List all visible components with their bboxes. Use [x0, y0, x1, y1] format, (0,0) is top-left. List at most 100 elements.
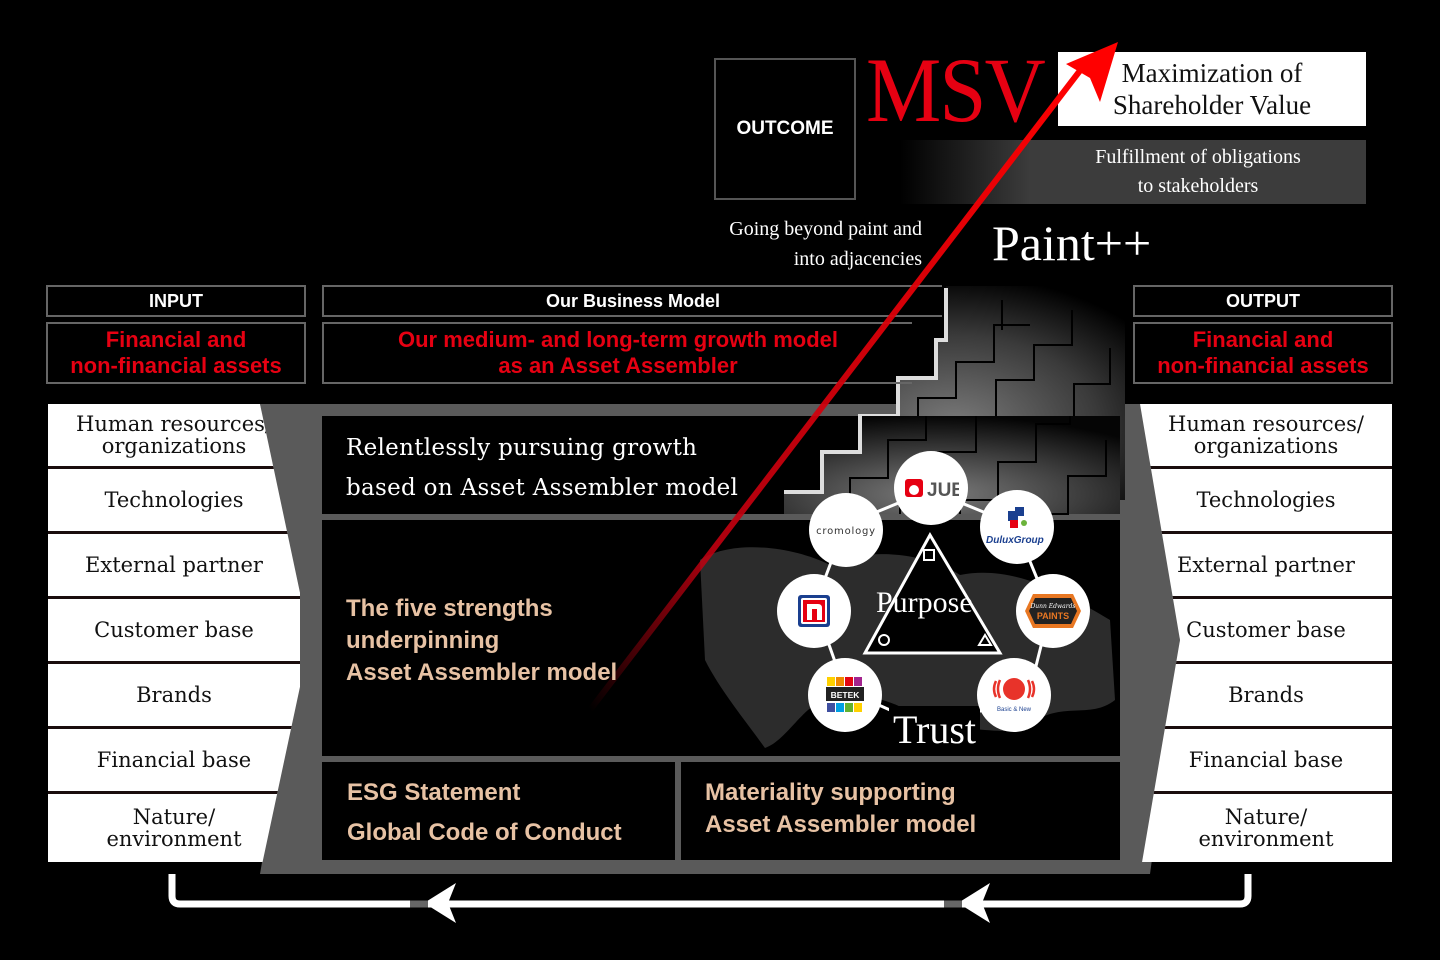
business-model-subheader-line-2: as an Asset Assembler	[498, 353, 738, 378]
strengths-line-3: Asset Assembler model	[346, 659, 618, 686]
svg-text:Basic & New: Basic & New	[997, 707, 1032, 713]
output-header: OUTPUT	[1133, 285, 1393, 317]
basic-new-logo: Basic & New	[977, 658, 1051, 732]
business-model-subheader-line-1: Our medium- and long-term growth model	[398, 327, 838, 352]
output-asset-label-line: Human resources/	[1168, 412, 1364, 436]
feedback-loop-arrow	[168, 874, 1252, 923]
outcome-label: OUTCOME	[736, 118, 834, 139]
output-asset-label-line: External partner	[1177, 553, 1355, 577]
input-asset-label-line: environment	[106, 827, 242, 851]
msv-title: MSV	[866, 39, 1046, 141]
input-asset-item: External partner	[48, 534, 300, 599]
output-asset-label-line: Financial base	[1188, 748, 1344, 772]
input-header-label: INPUT	[149, 290, 203, 311]
input-asset-label-line: External partner	[85, 553, 263, 577]
trust-label: Trust	[889, 706, 981, 754]
materiality-line-2: Asset Assembler model	[705, 811, 977, 838]
svg-text:BETEK: BETEK	[831, 690, 861, 700]
input-asset-label: Customer base	[94, 619, 254, 641]
input-asset-item: Customer base	[48, 599, 300, 664]
output-asset-item: Brands	[1140, 664, 1392, 729]
input-asset-label-line: Brands	[136, 683, 212, 707]
svg-text:Dunn Edwards: Dunn Edwards	[1029, 603, 1075, 610]
msv-definition-box: Maximization of Shareholder Value	[1058, 52, 1366, 126]
output-header-label: OUTPUT	[1226, 290, 1300, 311]
output-asset-label-line: Nature/	[1224, 805, 1308, 829]
business-model-header: Our Business Model	[322, 285, 942, 317]
input-asset-label-line: Financial base	[96, 748, 252, 772]
svg-text:PAINTS: PAINTS	[1037, 611, 1069, 621]
input-subheader: Financial and non-financial assets	[46, 322, 306, 384]
input-subheader-line-2: non-financial assets	[70, 353, 282, 378]
growth-line-1: Relentlessly pursuing growth	[346, 435, 698, 461]
output-asset-item: Human resources/organizations	[1140, 404, 1392, 469]
business-model-subheader: Our medium- and long-term growth model a…	[322, 322, 912, 384]
jub-logo: JUB	[894, 451, 968, 525]
input-asset-label: Human resources/organizations	[76, 413, 272, 457]
msv-line-1: Maximization of	[1121, 58, 1303, 88]
going-beyond-line-2: into adjacencies	[793, 248, 922, 270]
output-subheader: Financial and non-financial assets	[1133, 322, 1393, 384]
output-asset-label: Technologies	[1197, 489, 1336, 511]
input-asset-label: Technologies	[105, 489, 244, 511]
svg-text:cromology: cromology	[816, 526, 876, 537]
input-header: INPUT	[46, 285, 306, 317]
output-subheader-line-1: Financial and	[1192, 327, 1334, 352]
input-subheader-line-1: Financial and	[105, 327, 247, 352]
fulfillment-line-1: Fulfillment of obligations	[1095, 146, 1301, 168]
svg-text:DuluxGroup: DuluxGroup	[986, 535, 1044, 546]
business-model-header-label: Our Business Model	[545, 290, 721, 311]
output-asset-item: Nature/environment	[1140, 794, 1392, 862]
svg-text:JUB: JUB	[927, 480, 959, 500]
strengths-line-1: The five strengths	[346, 595, 553, 622]
duluxgroup-logo: DuluxGroup	[980, 490, 1054, 564]
output-subheader-line-2: non-financial assets	[1157, 353, 1369, 378]
output-asset-label: Financial base	[1189, 749, 1343, 771]
input-asset-list: Human resources/organizations Technologie…	[48, 404, 300, 862]
fulfillment-line-2: to stakeholders	[1137, 175, 1259, 197]
output-asset-label-line: Customer base	[1186, 618, 1346, 642]
input-asset-label: Brands	[136, 684, 212, 706]
strengths-line-2: underpinning	[346, 627, 500, 654]
msv-line-2: Shareholder Value	[1112, 90, 1312, 120]
output-asset-label-line: Technologies	[1196, 488, 1336, 512]
input-asset-label-line: Technologies	[104, 488, 244, 512]
input-asset-label-line: Human resources/	[76, 412, 272, 436]
paint-plus-plus-title: Paint++	[992, 215, 1152, 271]
betek-logo: BETEK	[808, 658, 882, 732]
materiality-text: Materiality supporting Asset Assembler m…	[705, 777, 976, 841]
outcome-label-box: OUTCOME	[714, 58, 856, 200]
nippon-paint-logo	[777, 574, 851, 648]
input-asset-label: Nature/environment	[106, 806, 241, 850]
output-asset-label: Nature/environment	[1198, 806, 1333, 850]
fulfillment-box: Fulfillment of obligations to stakeholde…	[900, 140, 1366, 204]
input-asset-label: Financial base	[97, 749, 251, 771]
input-asset-label-line: Customer base	[94, 618, 254, 642]
dunn-edwards-logo: Dunn Edwards PAINTS	[1016, 574, 1090, 648]
output-asset-label-line: organizations	[1193, 434, 1339, 458]
output-asset-label: External partner	[1177, 554, 1355, 576]
input-asset-item: Financial base	[48, 729, 300, 794]
output-asset-label-line: environment	[1198, 827, 1334, 851]
growth-text: Relentlessly pursuing growth based on As…	[346, 428, 738, 508]
purpose-label: Purpose	[876, 586, 973, 619]
input-asset-label-line: organizations	[101, 434, 247, 458]
esg-statement: ESG Statement	[347, 779, 521, 806]
going-beyond-text: Going beyond paint and into adjacencies	[640, 214, 922, 274]
input-asset-item: Technologies	[48, 469, 300, 534]
output-asset-item: Technologies	[1140, 469, 1392, 534]
input-asset-label-line: Nature/	[132, 805, 216, 829]
output-asset-item: External partner	[1140, 534, 1392, 599]
output-asset-label: Brands	[1228, 684, 1304, 706]
global-code-of-conduct: Global Code of Conduct	[347, 819, 622, 846]
cromology-logo: cromology	[809, 493, 883, 567]
going-beyond-line-1: Going beyond paint and	[729, 218, 922, 240]
output-asset-label-line: Brands	[1228, 683, 1304, 707]
materiality-line-1: Materiality supporting	[705, 779, 956, 806]
input-asset-item: Nature/environment	[48, 794, 300, 862]
output-asset-item: Financial base	[1140, 729, 1392, 794]
five-strengths-text: The five strengths underpinning Asset As…	[346, 593, 617, 689]
output-asset-label: Customer base	[1186, 619, 1346, 641]
input-asset-item: Brands	[48, 664, 300, 729]
output-asset-label: Human resources/organizations	[1168, 413, 1364, 457]
